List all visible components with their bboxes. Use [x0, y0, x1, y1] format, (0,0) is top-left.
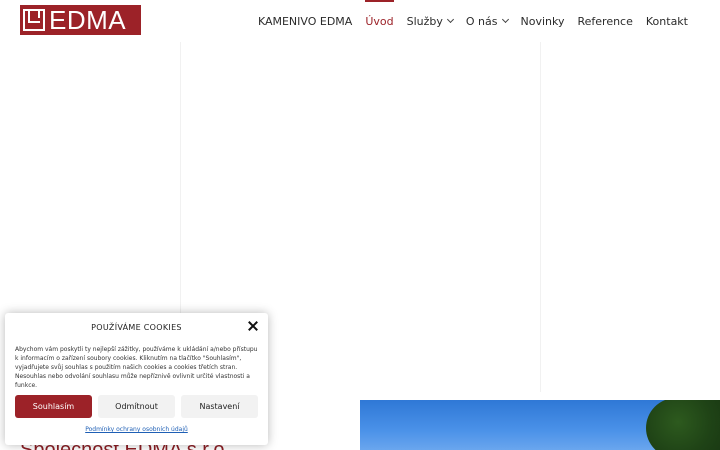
privacy-policy-link[interactable]: Podmínky ochrany osobních údajů [5, 426, 268, 433]
nav-item-reference[interactable]: Reference [577, 0, 632, 42]
tree-image [646, 400, 720, 450]
settings-button[interactable]: Nastavení [181, 395, 258, 418]
close-icon[interactable] [248, 321, 258, 331]
chevron-down-icon [446, 15, 454, 24]
cookie-buttons: Souhlasím Odmítnout Nastavení [15, 395, 258, 418]
accept-button[interactable]: Souhlasím [15, 395, 92, 418]
nav-item-sluzby[interactable]: Služby [406, 0, 454, 42]
column-divider [180, 42, 181, 342]
nav-item-novinky[interactable]: Novinky [521, 0, 565, 42]
decline-button[interactable]: Odmítnout [98, 395, 175, 418]
nav-item-label: Novinky [520, 14, 565, 28]
cookie-title: POUŽÍVÁME COOKIES [91, 323, 182, 332]
nav-item-label: O nás [465, 14, 498, 28]
hero-image [360, 400, 720, 450]
nav-item-o-nas[interactable]: O nás [465, 0, 509, 42]
page: EDMA KAMENIVO EDMA Úvod Služby O nás Nov… [0, 0, 720, 450]
nav-item-label: Reference [577, 14, 633, 28]
nav-item-label: Kontakt [645, 14, 688, 28]
cookie-consent-dialog: POUŽÍVÁME COOKIES Abychom vám poskytli t… [5, 313, 268, 445]
nav-item-kontakt[interactable]: Kontakt [646, 0, 688, 42]
column-divider [540, 42, 541, 392]
logo-mark-icon [23, 9, 45, 31]
main-nav: KAMENIVO EDMA Úvod Služby O nás Novinky … [245, 0, 688, 42]
site-header: EDMA KAMENIVO EDMA Úvod Služby O nás Nov… [0, 0, 720, 42]
logo-text: EDMA [49, 5, 127, 35]
cookie-text: Abychom vám poskytli ty nejlepší zážitky… [15, 346, 258, 389]
nav-item-kamenivo-edma[interactable]: KAMENIVO EDMA [258, 0, 352, 42]
nav-item-uvod[interactable]: Úvod [365, 0, 394, 42]
nav-item-label: Úvod [365, 14, 394, 28]
nav-item-label: Služby [406, 14, 443, 28]
chevron-down-icon [501, 15, 509, 24]
site-logo[interactable]: EDMA [20, 5, 141, 35]
nav-item-label: KAMENIVO EDMA [257, 14, 353, 28]
